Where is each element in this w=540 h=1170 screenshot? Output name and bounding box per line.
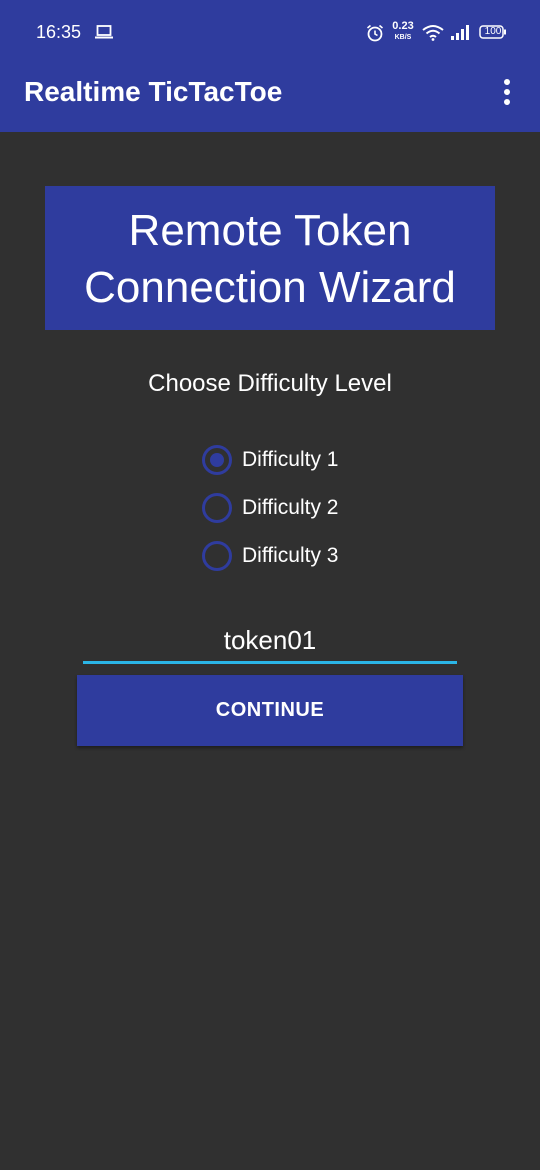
wizard-title-line-2: Connection Wizard (84, 263, 456, 312)
net-speed-value: 0.23 (392, 20, 414, 32)
laptop-icon (95, 25, 113, 39)
app-bar: Realtime TicTacToe (0, 62, 540, 132)
token-input[interactable] (83, 620, 457, 664)
radio-button-unchecked[interactable] (202, 493, 232, 523)
continue-button[interactable]: CONTINUE (77, 675, 463, 746)
battery-level: 100 (484, 26, 502, 37)
alarm-icon (366, 24, 384, 42)
radio-difficulty-1[interactable]: Difficulty 1 (202, 444, 338, 476)
wizard-title-banner: Remote Token Connection Wizard (45, 186, 495, 330)
radio-button-unchecked[interactable] (202, 541, 232, 571)
app-title: Realtime TicTacToe (24, 76, 283, 107)
radio-label: Difficulty 2 (242, 496, 339, 519)
net-speed: 0.23 KB/S (390, 20, 416, 42)
difficulty-prompt: Choose Difficulty Level (148, 370, 392, 397)
radio-button-checked[interactable] (202, 445, 232, 475)
radio-difficulty-3[interactable]: Difficulty 3 (202, 540, 338, 572)
radio-label: Difficulty 3 (242, 544, 339, 567)
wizard-title-line-1: Remote Token (128, 206, 412, 255)
signal-icon (451, 25, 469, 40)
overflow-menu-icon[interactable] (497, 76, 517, 108)
radio-difficulty-2[interactable]: Difficulty 2 (202, 492, 338, 524)
status-bar: 16:35 0.23 KB/S 100 (0, 0, 540, 62)
wifi-icon (422, 25, 444, 41)
radio-label: Difficulty 1 (242, 448, 339, 471)
net-speed-unit: KB/S (394, 34, 412, 41)
status-time: 16:35 (36, 22, 82, 42)
